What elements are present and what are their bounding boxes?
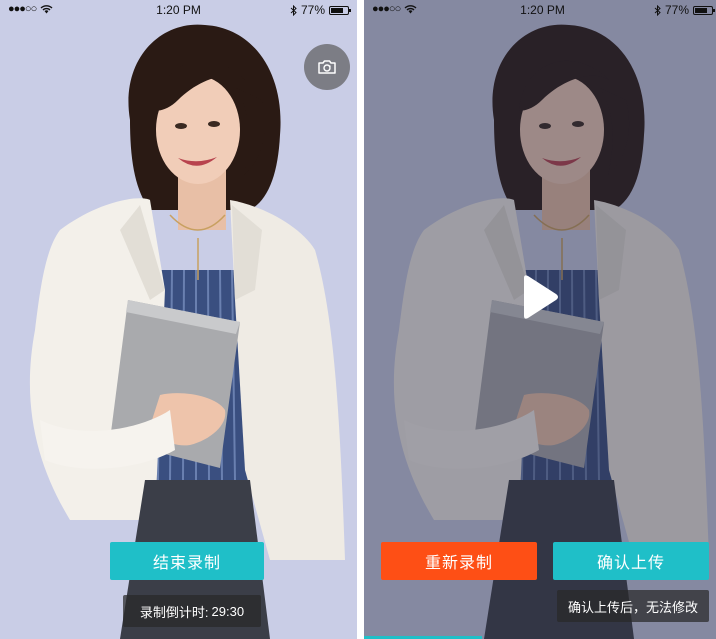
countdown-box: 录制倒计时: 29:30 — [123, 595, 261, 627]
countdown-value: 29:30 — [211, 603, 245, 619]
battery-percent: 77% — [300, 3, 325, 17]
screenshot-stage: ●●●○○ 1:20 PM 77% 结束录制 录制倒计时: 29:30 ●●●○… — [0, 0, 716, 639]
upload-notice-text: 确认上传后，无法修改 — [567, 599, 698, 615]
confirm-upload-button[interactable]: 确认上传 — [553, 542, 709, 580]
upload-notice: 确认上传后，无法修改 — [557, 590, 709, 622]
camera-switch-icon — [318, 60, 336, 74]
bluetooth-icon — [290, 4, 297, 16]
battery-fill — [695, 7, 708, 13]
rerecord-button[interactable]: 重新录制 — [381, 542, 537, 580]
battery-fill — [331, 7, 344, 13]
battery-icon — [329, 5, 351, 15]
bluetooth-icon — [654, 4, 661, 16]
preview-screen: ●●●○○ 1:20 PM 77% 重新录制 确认上传 确认上传后，无法修改 — [364, 0, 716, 639]
status-right: 77% — [654, 3, 715, 17]
recording-screen: ●●●○○ 1:20 PM 77% 结束录制 录制倒计时: 29:30 — [0, 0, 357, 639]
status-right: 77% — [290, 3, 351, 17]
play-icon[interactable] — [512, 272, 562, 322]
battery-icon — [693, 5, 715, 15]
switch-camera-button[interactable] — [304, 44, 350, 90]
battery-percent: 77% — [664, 3, 689, 17]
status-bar: ●●●○○ 1:20 PM 77% — [0, 0, 357, 22]
countdown-label: 录制倒计时: — [139, 604, 209, 620]
end-recording-button[interactable]: 结束录制 — [110, 542, 264, 580]
status-bar: ●●●○○ 1:20 PM 77% — [364, 0, 716, 22]
